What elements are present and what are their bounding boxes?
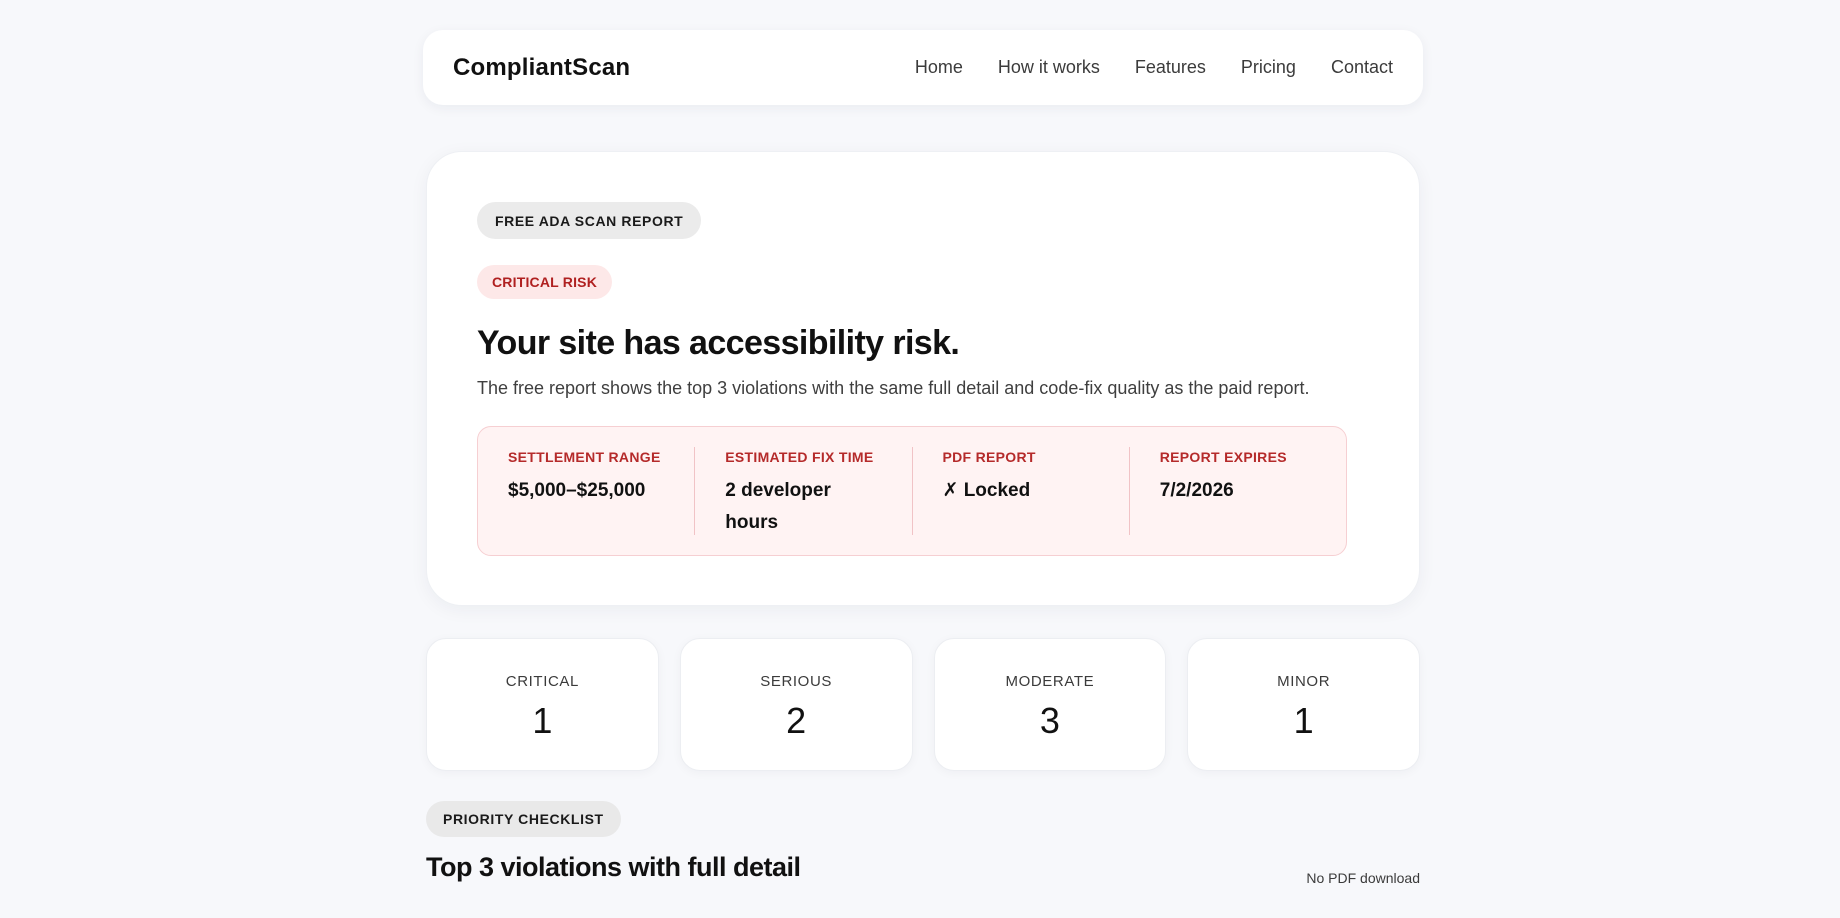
metric-estimated-fix-time: ESTIMATED FIX TIME 2 developer hours xyxy=(694,447,911,535)
report-title: Your site has accessibility risk. xyxy=(477,324,960,362)
metric-report-expires: REPORT EXPIRES 7/2/2026 xyxy=(1128,447,1346,535)
metric-settlement-range: SETTLEMENT RANGE $5,000–$25,000 xyxy=(478,447,694,535)
nav-link-pricing[interactable]: Pricing xyxy=(1241,57,1296,78)
nav-link-how-it-works[interactable]: How it works xyxy=(998,57,1100,78)
metric-value: 2 developer hours xyxy=(725,480,831,533)
page: CompliantScan Home How it works Features… xyxy=(0,0,1840,918)
nav-links: Home How it works Features Pricing Conta… xyxy=(915,57,1393,78)
report-summary-card: FREE ADA SCAN REPORT CRITICAL RISK Your … xyxy=(426,151,1420,606)
metric-label: PDF REPORT xyxy=(942,449,1036,465)
severity-label: CRITICAL xyxy=(505,673,579,690)
severity-label: MINOR xyxy=(1277,673,1331,690)
severity-label: SERIOUS xyxy=(760,673,832,690)
severity-count: 3 xyxy=(1039,700,1060,741)
severity-card-critical: CRITICAL 1 xyxy=(426,638,659,771)
severity-card-moderate: MODERATE 3 xyxy=(933,638,1167,771)
severity-count: 2 xyxy=(786,700,807,741)
report-subtitle: The free report shows the top 3 violatio… xyxy=(477,378,1310,398)
severity-summary: CRITICAL 1 SERIOUS 2 MODERATE 3 MINOR 1 xyxy=(426,638,1420,771)
severity-count: 1 xyxy=(532,700,553,741)
brand-logo[interactable]: CompliantScan xyxy=(453,54,630,82)
severity-card-minor: MINOR 1 xyxy=(1187,638,1420,771)
severity-label: MODERATE xyxy=(1005,673,1095,690)
metric-pdf-report: PDF REPORT ✗ Locked xyxy=(911,447,1129,535)
metric-label: ESTIMATED FIX TIME xyxy=(725,449,874,465)
top-navbar: CompliantScan Home How it works Features… xyxy=(423,30,1423,105)
metric-value: $5,000–$25,000 xyxy=(508,480,646,501)
metric-label: SETTLEMENT RANGE xyxy=(508,449,661,465)
metric-value: 7/2/2026 xyxy=(1159,480,1234,501)
metric-label: REPORT EXPIRES xyxy=(1159,449,1287,465)
nav-link-home[interactable]: Home xyxy=(915,57,963,78)
severity-card-serious: SERIOUS 2 xyxy=(679,638,913,771)
report-type-badge: FREE ADA SCAN REPORT xyxy=(477,202,702,239)
checklist-badge: PRIORITY CHECKLIST xyxy=(426,801,621,837)
metric-value: ✗ Locked xyxy=(942,480,1031,501)
risk-metrics-panel: SETTLEMENT RANGE $5,000–$25,000 ESTIMATE… xyxy=(477,426,1347,556)
risk-level-badge: CRITICAL RISK xyxy=(477,265,613,299)
nav-link-contact[interactable]: Contact xyxy=(1331,57,1393,78)
nav-link-features[interactable]: Features xyxy=(1135,57,1206,78)
severity-count: 1 xyxy=(1293,700,1314,741)
checklist-title: Top 3 violations with full detail xyxy=(426,852,801,882)
pdf-download-note: No PDF download xyxy=(1306,870,1420,886)
